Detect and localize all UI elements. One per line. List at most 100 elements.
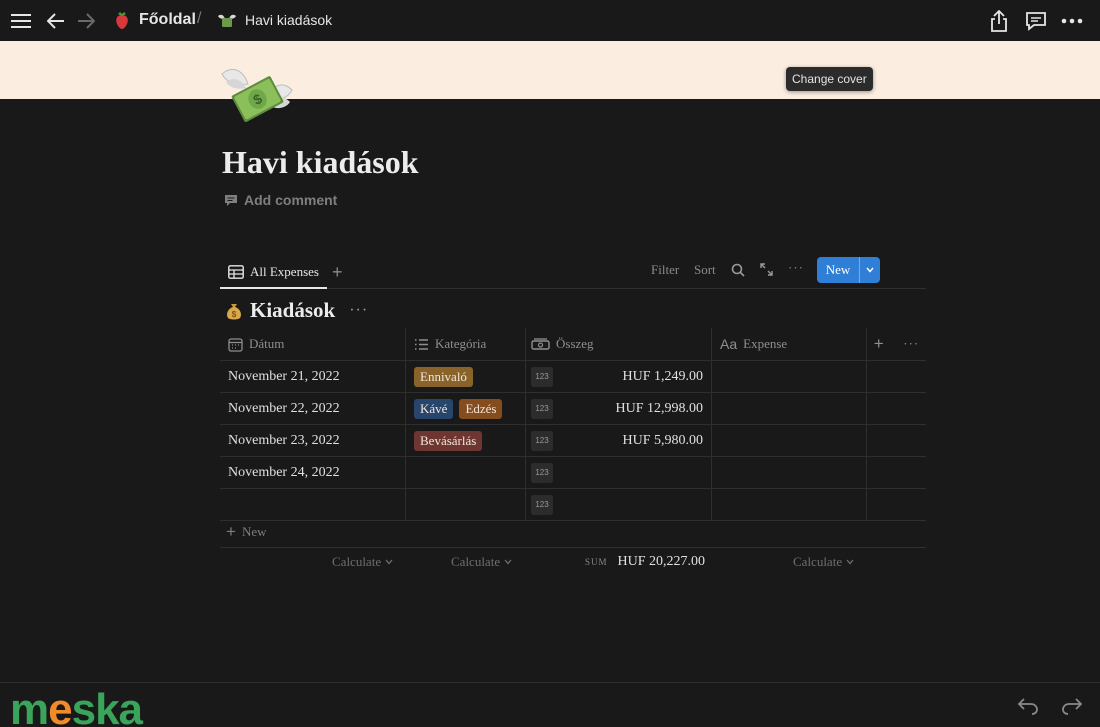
comments-icon[interactable] bbox=[1023, 8, 1049, 34]
chevron-down-icon bbox=[846, 559, 854, 565]
expand-icon[interactable] bbox=[760, 263, 773, 280]
column-header-expense-label: Expense bbox=[743, 336, 788, 351]
columns-more-icon[interactable]: ··· bbox=[903, 336, 919, 352]
database-title-label[interactable]: Kiadások bbox=[250, 298, 335, 323]
category-tag: Bevásárlás bbox=[414, 430, 483, 451]
calculate-expense[interactable]: Calculate bbox=[793, 554, 854, 570]
column-header-date[interactable]: Dátum bbox=[220, 328, 406, 360]
money-wings-icon bbox=[218, 14, 236, 27]
forward-arrow-icon[interactable] bbox=[73, 8, 99, 34]
redo-icon[interactable] bbox=[1059, 693, 1085, 719]
change-cover-button[interactable]: Change cover bbox=[786, 67, 873, 91]
chevron-down-icon[interactable] bbox=[859, 257, 880, 283]
breadcrumb-home[interactable]: Főoldal bbox=[112, 10, 196, 30]
database-title: $ Kiadások ··· bbox=[226, 298, 368, 323]
empty-cell bbox=[867, 361, 926, 392]
add-view-icon[interactable]: + bbox=[332, 262, 343, 283]
database-views-bar: All Expenses + Filter Sort ··· New bbox=[220, 256, 926, 289]
breadcrumb-separator: / bbox=[197, 10, 202, 27]
database-more-icon[interactable]: ··· bbox=[349, 302, 368, 320]
table-icon bbox=[228, 264, 244, 279]
date-cell[interactable] bbox=[220, 489, 406, 520]
add-column-icon[interactable]: + bbox=[874, 334, 884, 354]
calendar-icon bbox=[228, 337, 243, 352]
expense-cell[interactable] bbox=[712, 361, 867, 392]
expense-cell[interactable] bbox=[712, 393, 867, 424]
chevron-down-icon bbox=[385, 559, 393, 565]
amount-cell[interactable]: 123 bbox=[526, 457, 712, 488]
new-button-label: New bbox=[825, 262, 851, 277]
plus-icon: + bbox=[226, 522, 236, 541]
sum-amount[interactable]: SUM HUF 20,227.00 bbox=[585, 554, 705, 570]
amount-value: HUF 1,249.00 bbox=[622, 368, 703, 384]
amount-value: HUF 12,998.00 bbox=[615, 400, 703, 416]
category-cell[interactable]: Bevásárlás bbox=[406, 425, 526, 456]
category-cell[interactable] bbox=[406, 457, 526, 488]
share-icon[interactable] bbox=[986, 8, 1012, 34]
table-header: Dátum Kategória Összeg Aa Expense + ··· bbox=[220, 328, 926, 361]
calculate-label: Calculate bbox=[451, 554, 501, 569]
money-icon bbox=[531, 337, 550, 350]
more-options-icon[interactable] bbox=[1059, 8, 1085, 34]
expense-cell[interactable] bbox=[712, 489, 867, 520]
number-type-icon: 123 bbox=[531, 494, 553, 515]
tab-all-expenses[interactable]: All Expenses bbox=[220, 256, 327, 289]
add-row-button[interactable]: + New bbox=[226, 522, 266, 542]
table-body: November 21, 2022 Ennivaló 123 HUF 1,249.00… bbox=[220, 361, 926, 521]
column-header-amount[interactable]: Összeg bbox=[526, 328, 712, 360]
sort-button[interactable]: Sort bbox=[694, 262, 716, 278]
calculate-category[interactable]: Calculate bbox=[451, 554, 512, 570]
table-row[interactable]: 123 bbox=[220, 489, 926, 521]
breadcrumb-root-label: Főoldal bbox=[139, 11, 196, 28]
bottom-toolbar bbox=[0, 682, 1100, 727]
table-row[interactable]: November 23, 2022 Bevásárlás 123 HUF 5,980.… bbox=[220, 425, 926, 457]
text-property-icon: Aa bbox=[720, 336, 738, 352]
new-button[interactable]: New bbox=[817, 257, 880, 283]
chevron-down-icon bbox=[504, 559, 512, 565]
amount-cell[interactable]: 123 bbox=[526, 489, 712, 520]
calculate-date[interactable]: Calculate bbox=[332, 554, 393, 570]
comment-icon bbox=[225, 194, 237, 206]
amount-cell[interactable]: 123 HUF 5,980.00 bbox=[526, 425, 712, 456]
category-cell[interactable] bbox=[406, 489, 526, 520]
amount-cell[interactable]: 123 HUF 1,249.00 bbox=[526, 361, 712, 392]
undo-icon[interactable] bbox=[1015, 693, 1041, 719]
table-row[interactable]: November 24, 2022 123 bbox=[220, 457, 926, 489]
multi-select-icon bbox=[415, 338, 428, 350]
view-more-icon[interactable]: ··· bbox=[788, 260, 804, 276]
table-row[interactable]: November 21, 2022 Ennivaló 123 HUF 1,249.00 bbox=[220, 361, 926, 393]
tab-all-expenses-label: All Expenses bbox=[250, 263, 319, 279]
expenses-table: Dátum Kategória Összeg Aa Expense + ··· … bbox=[220, 328, 926, 521]
date-cell[interactable]: November 21, 2022 bbox=[220, 361, 406, 392]
breadcrumb-page-label: Havi kiadások bbox=[245, 12, 333, 28]
breadcrumb-page[interactable]: Havi kiadások bbox=[216, 10, 332, 30]
search-icon[interactable] bbox=[731, 263, 745, 281]
date-cell[interactable]: November 24, 2022 bbox=[220, 457, 406, 488]
empty-cell bbox=[867, 393, 926, 424]
filter-button[interactable]: Filter bbox=[651, 262, 679, 278]
svg-text:$: $ bbox=[232, 310, 237, 319]
empty-cell bbox=[867, 489, 926, 520]
strawberry-icon bbox=[116, 12, 128, 29]
back-arrow-icon[interactable] bbox=[43, 8, 69, 34]
category-cell[interactable]: Kávé Edzés bbox=[406, 393, 526, 424]
column-header-category[interactable]: Kategória bbox=[406, 328, 526, 360]
expense-cell[interactable] bbox=[712, 457, 867, 488]
menu-icon[interactable] bbox=[8, 8, 34, 34]
money-with-wings-icon[interactable]: $ bbox=[220, 62, 296, 130]
column-header-expense[interactable]: Aa Expense bbox=[712, 328, 867, 360]
add-comment-button[interactable]: Add comment bbox=[224, 192, 337, 208]
date-cell[interactable]: November 22, 2022 bbox=[220, 393, 406, 424]
watermark-logo: meska bbox=[10, 685, 143, 727]
empty-cell bbox=[867, 425, 926, 456]
category-cell[interactable]: Ennivaló bbox=[406, 361, 526, 392]
page-title[interactable]: Havi kiadások bbox=[222, 144, 419, 181]
date-cell[interactable]: November 23, 2022 bbox=[220, 425, 406, 456]
expense-cell[interactable] bbox=[712, 425, 867, 456]
amount-cell[interactable]: 123 HUF 12,998.00 bbox=[526, 393, 712, 424]
calculation-row: Calculate Calculate SUM HUF 20,227.00 Ca… bbox=[220, 547, 926, 577]
page-cover bbox=[0, 41, 1100, 99]
category-tag: Ennivaló bbox=[414, 366, 473, 387]
number-type-icon: 123 bbox=[531, 462, 553, 483]
table-row[interactable]: November 22, 2022 Kávé Edzés 123 HUF 12,998.… bbox=[220, 393, 926, 425]
